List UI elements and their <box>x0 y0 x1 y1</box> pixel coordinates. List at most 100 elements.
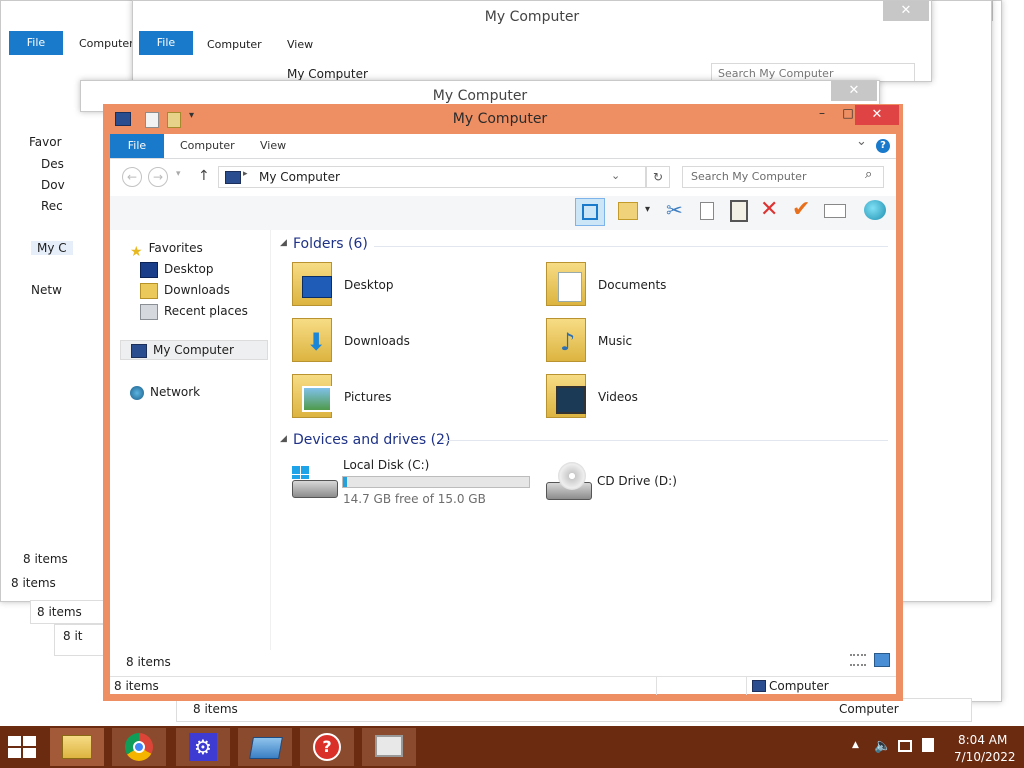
delete-icon[interactable]: ✕ <box>760 198 778 222</box>
file-tab[interactable]: File <box>110 134 164 158</box>
address-chevron-icon[interactable]: ▸ <box>243 169 248 179</box>
folder-options-dropdown-icon[interactable]: ▾ <box>645 204 650 215</box>
folders-collapse-icon[interactable]: ◢ <box>280 238 287 248</box>
up-button[interactable]: ↑ <box>198 168 210 184</box>
status-divider-2 <box>746 677 747 695</box>
folder-pictures[interactable]: Pictures <box>292 374 522 424</box>
help-circle-icon: ? <box>313 733 341 761</box>
local-disk-icon <box>292 466 338 498</box>
taskbar-app-button[interactable] <box>238 728 292 766</box>
folder-downloads-label: Downloads <box>344 334 410 348</box>
preview-pane-button[interactable] <box>575 198 605 226</box>
properties-window-icon[interactable] <box>824 204 846 218</box>
star-icon: ★ <box>130 243 143 260</box>
clock-time[interactable]: 8:04 AM <box>958 733 1007 747</box>
help-icon[interactable]: ? <box>876 139 890 153</box>
folder-downloads[interactable]: ⬇ Downloads <box>292 318 522 368</box>
close-button[interactable]: ✕ <box>855 105 899 125</box>
shell-icon[interactable] <box>864 200 886 220</box>
address-bar[interactable]: ▸ My Computer ⌄ <box>218 166 646 188</box>
bg2-computer-tab[interactable]: Computer <box>207 38 262 51</box>
status-computer-icon <box>752 680 766 692</box>
network-tray-icon[interactable] <box>898 740 912 752</box>
clock-date[interactable]: 7/10/2022 <box>954 750 1016 764</box>
forward-button[interactable]: → <box>148 167 168 187</box>
settings-gear-icon: ⚙ <box>189 733 217 761</box>
address-dropdown-icon[interactable]: ⌄ <box>611 169 620 182</box>
local-disk-free-space: 14.7 GB free of 15.0 GB <box>343 492 486 506</box>
drive-local-disk[interactable]: Local Disk (C:) 14.7 GB free of 15.0 GB <box>290 458 540 506</box>
bg-file-tab[interactable]: File <box>9 31 63 55</box>
bg-status-items-4: 8 it <box>54 624 104 656</box>
cut-icon[interactable]: ✂ <box>666 198 683 222</box>
nav-desktop[interactable]: Desktop <box>140 259 214 279</box>
recent-places-icon <box>140 303 158 320</box>
volume-muted-icon[interactable]: 🔈 <box>874 738 891 754</box>
nav-network[interactable]: Network <box>130 382 200 402</box>
taskbar-help-button[interactable]: ? <box>300 728 354 766</box>
drives-collapse-icon[interactable]: ◢ <box>280 434 287 444</box>
minimize-button[interactable]: – <box>809 106 835 124</box>
nav-downloads[interactable]: Downloads <box>140 280 230 300</box>
bg-computer-tab[interactable]: Computer <box>79 37 134 50</box>
refresh-button[interactable]: ↻ <box>646 166 670 188</box>
bg-status-items: 8 items <box>23 552 68 566</box>
tray-overflow-icon[interactable]: ▲ <box>852 740 859 750</box>
folder-videos[interactable]: Videos <box>546 374 776 424</box>
bg1-close-button[interactable]: ✕ <box>831 81 877 101</box>
rename-check-icon[interactable]: ✔ <box>792 198 810 222</box>
details-view-icon[interactable] <box>850 654 866 666</box>
bg1-window-title: My Computer <box>432 88 528 104</box>
performance-monitor-icon <box>375 735 403 757</box>
computer-nav-icon <box>131 343 147 358</box>
search-box[interactable]: Search My Computer ⌕ <box>682 166 884 188</box>
status-computer-label: Computer <box>769 679 829 693</box>
cd-drive-icon <box>546 462 594 502</box>
bg-mycomputer-label[interactable]: My C <box>31 241 73 255</box>
ribbon-collapse-icon[interactable]: ⌄ <box>856 134 867 149</box>
folder-desktop[interactable]: Desktop <box>292 262 522 312</box>
bg2-view-tab[interactable]: View <box>287 38 313 51</box>
bg-recent-label[interactable]: Rec <box>41 199 63 213</box>
nav-favorites[interactable]: ★ Favorites <box>130 238 203 260</box>
copy-icon[interactable] <box>700 202 714 220</box>
view-tab[interactable]: View <box>260 134 286 158</box>
bg-favorites-label[interactable]: Favor <box>29 135 62 149</box>
bg-desktop-label[interactable]: Des <box>41 157 64 171</box>
folder-options-icon[interactable] <box>618 202 638 220</box>
folders-group-header[interactable]: Folders (6) <box>293 236 368 252</box>
drives-group-line <box>442 440 888 441</box>
folder-documents[interactable]: Documents <box>546 262 776 312</box>
bg-status-bar-bottom: 8 items Computer <box>176 698 972 722</box>
computer-tab[interactable]: Computer <box>180 134 235 158</box>
large-icons-view-icon[interactable] <box>874 653 890 667</box>
recent-locations-icon[interactable]: ▾ <box>176 169 181 179</box>
bg2-file-tab[interactable]: File <box>139 31 193 55</box>
bg2-address-path[interactable]: My Computer <box>287 67 368 81</box>
search-icon[interactable]: ⌕ <box>865 167 872 182</box>
nav-mycomputer-label: My Computer <box>153 343 234 357</box>
taskbar-settings-button[interactable]: ⚙ <box>176 728 230 766</box>
pictures-folder-icon <box>292 374 334 420</box>
bg2-close-button[interactable]: ✕ <box>883 1 929 21</box>
drives-group-header[interactable]: Devices and drives (2) <box>293 432 450 448</box>
start-button[interactable] <box>8 736 38 760</box>
back-button[interactable]: ← <box>122 167 142 187</box>
bg-status-items-3: 8 items <box>30 600 114 624</box>
bg-downloads-label[interactable]: Dov <box>41 178 65 192</box>
taskbar-chrome-button[interactable] <box>112 728 166 766</box>
window-title: My Computer <box>452 111 548 127</box>
taskbar-explorer-button[interactable] <box>50 728 104 766</box>
folder-music[interactable]: ♪ Music <box>546 318 776 368</box>
drive-cd[interactable]: CD Drive (D:) <box>544 458 784 506</box>
nav-pane-divider <box>270 230 271 650</box>
nav-recent-label: Recent places <box>164 304 248 318</box>
nav-mycomputer[interactable]: My Computer <box>120 340 268 360</box>
bg-network-label[interactable]: Netw <box>31 283 62 297</box>
file-explorer-icon <box>62 735 92 759</box>
action-center-icon[interactable] <box>922 738 934 752</box>
cd-drive-label: CD Drive (D:) <box>597 474 677 488</box>
taskbar-monitor-button[interactable] <box>362 728 416 766</box>
nav-recent-places[interactable]: Recent places <box>140 301 248 321</box>
paste-icon[interactable] <box>730 200 748 222</box>
